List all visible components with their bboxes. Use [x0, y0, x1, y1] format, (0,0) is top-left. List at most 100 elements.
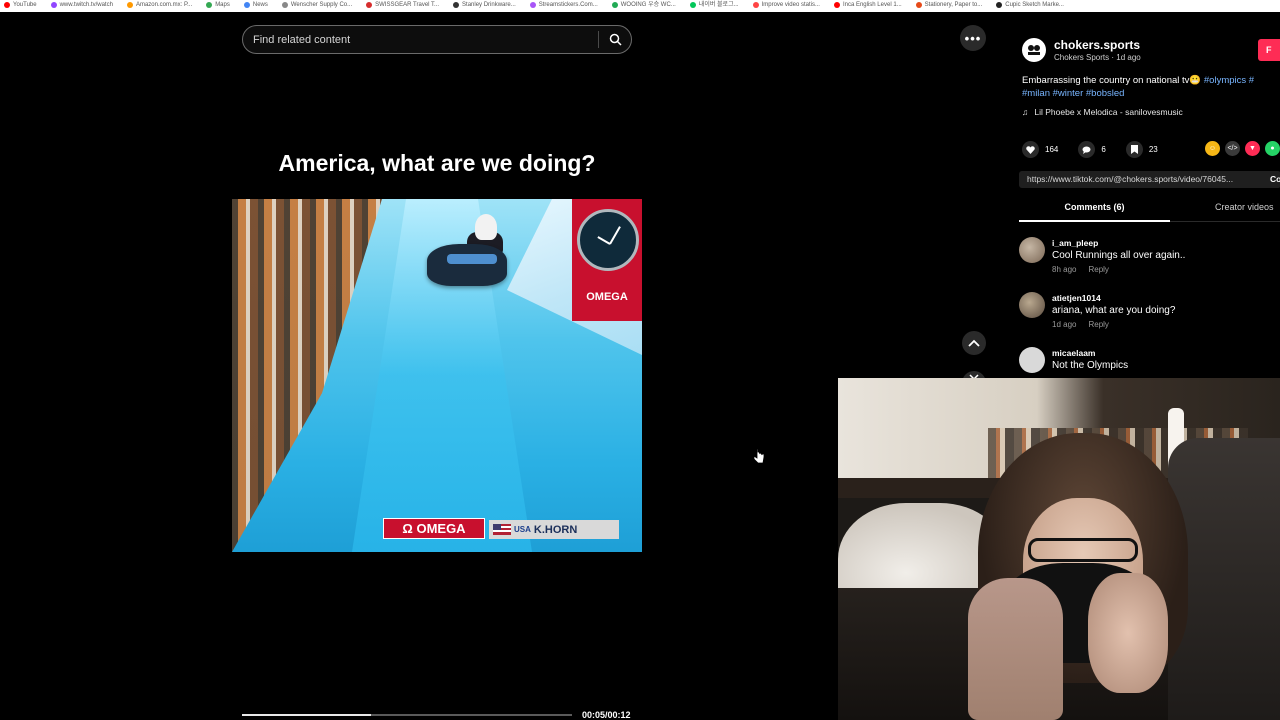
tab-comments[interactable]: Comments (6): [1019, 202, 1170, 212]
bookmark-item[interactable]: Streamstickers.Com...: [529, 1, 598, 8]
whatsapp-icon[interactable]: ●: [1265, 141, 1280, 156]
share-friends-icon[interactable]: ☺: [1205, 141, 1220, 156]
comment-time: 8h ago: [1052, 265, 1077, 274]
bookmark-item[interactable]: SWISSGEAR Travel T...: [366, 1, 440, 8]
bookmark-favicon-icon: [243, 1, 250, 8]
athlete-name: K.HORN: [533, 523, 578, 536]
bookmark-favicon-icon: [50, 1, 57, 8]
comment-user[interactable]: i_am_pleep: [1052, 238, 1098, 248]
bookmark-label: Wenscher Supply Co...: [290, 1, 353, 8]
streamer-glasses: [1028, 538, 1138, 562]
search-input[interactable]: Find related content: [243, 34, 598, 46]
bookmark-favicon-icon: [206, 1, 213, 8]
bookmark-favicon-icon: [833, 1, 840, 8]
bookmark-item[interactable]: Improve video statis...: [752, 1, 820, 8]
comment-item: micaelaam Not the Olympics: [1019, 347, 1280, 378]
clock-hand-hour: [597, 236, 611, 245]
bookmark-favicon-icon: [611, 1, 618, 8]
music-note-icon: ♫: [1022, 107, 1029, 117]
comment-meta: 8h ago Reply: [1052, 265, 1109, 274]
comment-item: i_am_pleep Cool Runnings all over again.…: [1019, 237, 1280, 287]
track-wall-left: [232, 199, 382, 552]
mouse-pointer-icon: [753, 448, 765, 464]
bookmark-icon: [1130, 145, 1138, 154]
athlete-banner: USA K.HORN: [489, 520, 619, 539]
bookmark-item[interactable]: WOOING 우승 WC...: [611, 1, 676, 8]
post-description: Embarrassing the country on national tv😬…: [1022, 74, 1280, 100]
search-icon[interactable]: [599, 26, 631, 54]
commenter-avatar[interactable]: [1019, 237, 1045, 263]
comment-reply-button[interactable]: Reply: [1088, 320, 1108, 329]
streamer-hand: [1088, 573, 1168, 693]
bookmark-item[interactable]: News: [243, 1, 268, 8]
bookmark-item[interactable]: Wenscher Supply Co...: [281, 1, 353, 8]
chevron-up-icon: [968, 339, 980, 347]
commenter-avatar[interactable]: [1019, 347, 1045, 373]
action-bar: 164 6 23: [1022, 141, 1172, 158]
bookmark-label: YouTube: [13, 1, 37, 8]
bookmark-label: Stanley Drinkware...: [462, 1, 516, 8]
streamer-arm: [968, 578, 1063, 720]
bookmark-label: Amazon.com.mx: P...: [135, 1, 193, 8]
next-video-button[interactable]: [962, 368, 986, 378]
previous-video-button[interactable]: [962, 331, 986, 355]
comment-user[interactable]: atietjen1014: [1052, 293, 1101, 303]
hashtags-line1[interactable]: #olympics #: [1204, 75, 1254, 86]
bookmark-item[interactable]: Cupic Sketch Marke...: [996, 1, 1064, 8]
save-button[interactable]: [1125, 141, 1143, 158]
bookmark-label: Improve video statis...: [761, 1, 820, 8]
video-progress-bar[interactable]: [242, 714, 572, 716]
comment-reply-button[interactable]: Reply: [1088, 265, 1108, 274]
hashtags-line2[interactable]: #milan #winter #bobsled: [1022, 88, 1124, 99]
like-button[interactable]: [1022, 141, 1039, 158]
music-row[interactable]: ♫ Lil Phoebe x Melodica - sanilovesmusic: [1022, 107, 1183, 117]
search-bar[interactable]: Find related content: [242, 25, 632, 54]
bookmark-favicon-icon: [529, 1, 536, 8]
bookmark-label: Maps: [215, 1, 230, 8]
bookmark-item[interactable]: Maps: [206, 1, 230, 8]
bookmark-item[interactable]: 내이버 블로그...: [689, 1, 739, 8]
bookmark-label: SWISSGEAR Travel T...: [375, 1, 440, 8]
follow-button[interactable]: F: [1258, 39, 1280, 61]
comment-count: 6: [1101, 145, 1106, 154]
omega-banner: Ω OMEGA: [383, 518, 485, 539]
bookmark-label: Streamstickers.Com...: [538, 1, 598, 8]
save-count: 23: [1148, 145, 1158, 154]
bookmark-label: Inca English Level 1...: [842, 1, 902, 8]
bookmark-favicon-icon: [366, 1, 373, 8]
us-flag-icon: [493, 524, 511, 535]
tab-creator-videos[interactable]: Creator videos: [1215, 202, 1274, 212]
video-progress-fill: [242, 714, 371, 716]
emoji-icon: 😬: [1189, 75, 1202, 86]
bookmark-favicon-icon: [126, 1, 133, 8]
copy-link-field[interactable]: https://www.tiktok.com/@chokers.sports/v…: [1019, 171, 1280, 188]
bookmark-item[interactable]: Amazon.com.mx: P...: [126, 1, 193, 8]
post-details-panel: chokers.sports Chokers Sports · 1d ago F…: [1000, 12, 1280, 378]
bookmark-item[interactable]: YouTube: [4, 1, 37, 8]
comment-user[interactable]: micaelaam: [1052, 348, 1095, 358]
bobsled: [427, 244, 507, 286]
bookmark-item[interactable]: Inca English Level 1...: [833, 1, 902, 8]
video-caption: America, what are we doing?: [278, 150, 596, 176]
embed-icon[interactable]: </>: [1225, 141, 1240, 156]
send-icon[interactable]: ▼: [1245, 141, 1260, 156]
clock-icon: [577, 209, 639, 271]
bookmarks-bar: YouTube www.twitch.tv/watch Amazon.com.mx:…: [0, 0, 1280, 12]
bookmark-favicon-icon: [453, 1, 460, 8]
author-avatar[interactable]: [1022, 38, 1046, 62]
bookmark-item[interactable]: Stanley Drinkware...: [453, 1, 516, 8]
comment-button[interactable]: [1078, 141, 1096, 158]
bookmark-item[interactable]: Stationery, Paper to...: [915, 1, 982, 8]
ellipsis-icon: •••: [964, 30, 982, 46]
more-options-button[interactable]: •••: [960, 25, 986, 51]
heart-icon: [1026, 145, 1035, 154]
comment-meta: 1d ago Reply: [1052, 320, 1109, 329]
panel-tabs: Comments (6) Creator videos: [1019, 196, 1280, 222]
commenter-avatar[interactable]: [1019, 292, 1045, 318]
copy-link-button[interactable]: Co: [1270, 171, 1280, 188]
music-title: Lil Phoebe x Melodica - sanilovesmusic: [1034, 107, 1183, 117]
author-name[interactable]: chokers.sports: [1054, 38, 1140, 52]
bookmark-item[interactable]: www.twitch.tv/watch: [50, 1, 113, 8]
comment-text: Not the Olympics: [1052, 360, 1129, 371]
video-player[interactable]: America, what are we doing? Ω OMEGA USA …: [232, 56, 642, 720]
